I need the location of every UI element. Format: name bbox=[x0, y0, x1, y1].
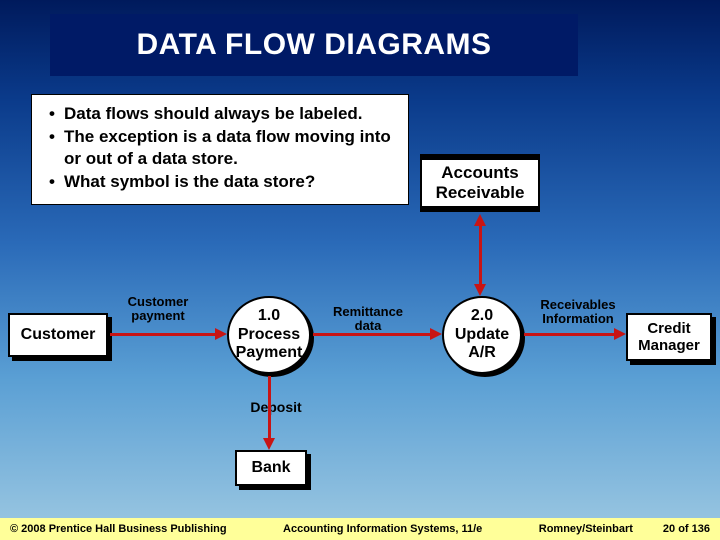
bullet-callout-box: • Data flows should always be labeled. •… bbox=[31, 94, 409, 205]
slide-title: DATA FLOW DIAGRAMS bbox=[136, 28, 491, 62]
footer-copyright: © 2008 Prentice Hall Business Publishing bbox=[10, 523, 227, 535]
entity-credit-manager: Credit Manager bbox=[626, 313, 712, 361]
arrow-head-icon bbox=[474, 284, 486, 296]
process-1: 1.0 Process Payment bbox=[227, 296, 311, 374]
bullet-item: • Data flows should always be labeled. bbox=[40, 103, 400, 124]
bullet-text: The exception is a data flow moving into… bbox=[64, 126, 400, 169]
arrow-head-icon bbox=[430, 328, 442, 340]
arrow-line bbox=[313, 333, 430, 336]
footer-authors: Romney/Steinbart bbox=[539, 523, 633, 535]
flow-label-deposit: Deposit bbox=[246, 400, 306, 415]
arrow-head-icon bbox=[474, 214, 486, 226]
entity-label: Credit Manager bbox=[628, 320, 710, 355]
bullet-text: Data flows should always be labeled. bbox=[64, 103, 400, 124]
footer-page: 20 of 136 bbox=[663, 523, 710, 535]
bullet-item: • What symbol is the data store? bbox=[40, 171, 400, 192]
entity-bank: Bank bbox=[235, 450, 307, 486]
slide-footer: © 2008 Prentice Hall Business Publishing… bbox=[0, 518, 720, 540]
flow-label-customer-payment: Customer payment bbox=[118, 295, 198, 324]
arrow-line bbox=[524, 333, 614, 336]
arrow-line bbox=[110, 333, 215, 336]
flow-label-receivables-info: Receivables Information bbox=[533, 298, 623, 327]
arrow-head-icon bbox=[215, 328, 227, 340]
process-number: 1.0 bbox=[258, 307, 280, 325]
bullet-dot-icon: • bbox=[40, 103, 64, 124]
process-label: Update A/R bbox=[444, 326, 520, 363]
arrow-head-icon bbox=[263, 438, 275, 450]
entity-label: Bank bbox=[251, 459, 290, 477]
bullet-dot-icon: • bbox=[40, 171, 64, 192]
bullet-dot-icon: • bbox=[40, 126, 64, 169]
process-2: 2.0 Update A/R bbox=[442, 296, 522, 374]
footer-book: Accounting Information Systems, 11/e bbox=[227, 523, 539, 535]
datastore-accounts-receivable: Accounts Receivable bbox=[420, 158, 540, 208]
flow-label-remittance-data: Remittance data bbox=[323, 305, 413, 334]
process-label: Process Payment bbox=[229, 326, 309, 363]
bullet-item: • The exception is a data flow moving in… bbox=[40, 126, 400, 169]
arrow-head-icon bbox=[614, 328, 626, 340]
bullet-text: What symbol is the data store? bbox=[64, 171, 400, 192]
entity-label: Customer bbox=[21, 326, 96, 344]
process-number: 2.0 bbox=[471, 307, 493, 325]
datastore-label: Accounts Receivable bbox=[422, 163, 538, 202]
slide-title-bar: DATA FLOW DIAGRAMS bbox=[50, 14, 578, 76]
arrow-line bbox=[268, 376, 271, 438]
arrow-line bbox=[479, 226, 482, 284]
entity-customer: Customer bbox=[8, 313, 108, 357]
